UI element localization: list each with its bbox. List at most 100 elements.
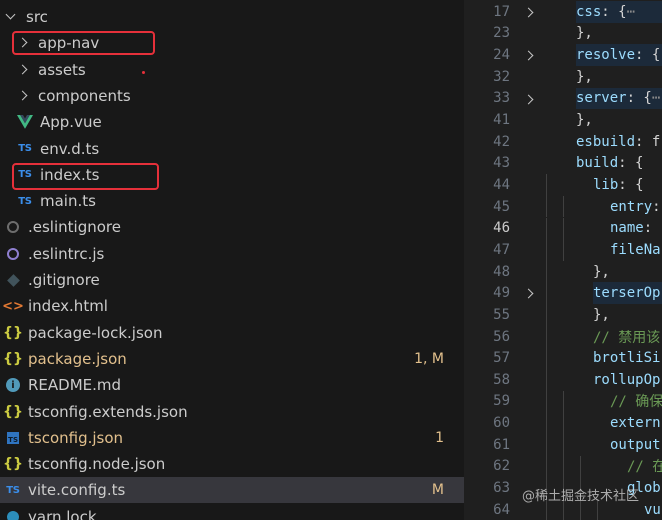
line-number: 24: [493, 47, 510, 64]
eslintignore-icon: [4, 218, 22, 236]
line-number: 47: [493, 241, 510, 258]
explorer-item-components[interactable]: components: [0, 83, 464, 109]
chevron-right-icon[interactable]: [16, 63, 30, 77]
fold-chevron-icon[interactable]: [524, 94, 534, 104]
code-text: server: {⋯: [576, 87, 662, 110]
explorer-item-eslintignore[interactable]: .eslintignore: [0, 214, 464, 240]
code-line[interactable]: 33 server: {⋯: [464, 87, 662, 110]
code-text: esbuild: f: [576, 131, 662, 153]
code-line[interactable]: 62 // 在: [464, 455, 662, 478]
code-text: // 确保: [610, 391, 662, 413]
code-text: resolve: {: [576, 44, 662, 66]
explorer-item-readme-md[interactable]: i README.md: [0, 372, 464, 398]
git-status-badge: 1: [435, 429, 444, 446]
code-editor[interactable]: 17 css: {⋯ 23}, 24 resolve: {32}, 33 server: {…: [464, 0, 662, 520]
explorer-item-label: tsconfig.extends.json: [28, 402, 188, 421]
code-line[interactable]: 60 extern: [464, 412, 662, 434]
explorer-item-gitignore[interactable]: .gitignore: [0, 267, 464, 293]
explorer-item-eslintrc-js[interactable]: .eslintrc.js: [0, 241, 464, 267]
code-punctuation: : {: [601, 3, 627, 20]
eslint-icon: [4, 245, 22, 263]
code-text: },: [576, 66, 662, 88]
indent-guide: [580, 455, 581, 478]
code-line[interactable]: 58 rollupOp: [464, 369, 662, 391]
explorer-item-tsconfig-extends-json[interactable]: {} tsconfig.extends.json: [0, 399, 464, 425]
code-key: terserOp: [593, 285, 661, 302]
explorer-item-env-d-ts[interactable]: TS env.d.ts: [0, 136, 464, 162]
code-text: vu: [644, 499, 662, 520]
indent-guide: [546, 174, 547, 196]
code-line[interactable]: 17 css: {⋯: [464, 1, 662, 23]
code-text: },: [593, 261, 662, 283]
indent-guide: [546, 455, 547, 478]
line-number: 59: [493, 393, 510, 410]
code-comment: // 禁用该: [593, 329, 661, 346]
typescript-icon: TS: [6, 484, 20, 496]
yarn-icon: [4, 508, 22, 520]
indent-guide: [546, 347, 547, 369]
fold-chevron-icon[interactable]: [524, 288, 534, 298]
indent-guide: [563, 412, 564, 434]
code-key: vu: [644, 501, 661, 518]
code-key: entry: [610, 198, 653, 215]
code-comment: // 在: [627, 459, 662, 476]
code-line[interactable]: 56 // 禁用该: [464, 325, 662, 348]
code-text: css: {⋯: [576, 1, 662, 23]
indent-guide: [546, 304, 547, 326]
chevron-right-icon[interactable]: [16, 89, 30, 103]
code-line[interactable]: 55},: [464, 304, 662, 326]
code-line[interactable]: 48},: [464, 260, 662, 283]
explorer-item-label: index.html: [28, 297, 108, 316]
code-text: },: [593, 304, 662, 326]
chevron-down-icon[interactable]: [4, 10, 18, 24]
fold-chevron-icon[interactable]: [524, 50, 534, 60]
indent-guide: [563, 455, 564, 478]
code-line[interactable]: 42 esbuild: f: [464, 131, 662, 153]
code-punctuation: },: [576, 68, 593, 85]
code-line[interactable]: 32},: [464, 66, 662, 88]
vue-icon: [16, 113, 34, 131]
line-number: 56: [493, 328, 510, 345]
code-line[interactable]: 59 // 确保: [464, 390, 662, 413]
explorer-item-package-json[interactable]: {} package.json 1, M: [0, 346, 464, 372]
code-line[interactable]: 47 fileNa: [464, 239, 662, 261]
code-text: },: [576, 109, 662, 131]
fold-chevron-icon[interactable]: [524, 7, 534, 17]
explorer-item-index-html[interactable]: <> index.html: [0, 293, 464, 319]
code-line[interactable]: 49 terserOp: [464, 282, 662, 305]
code-key: extern: [610, 415, 661, 432]
explorer-item-label: tsconfig.json: [28, 428, 124, 447]
code-line[interactable]: 57 brotliSi: [464, 347, 662, 369]
line-number: 44: [493, 176, 510, 193]
indent-guide: [546, 260, 547, 283]
code-punctuation: : {: [635, 47, 661, 64]
code-line[interactable]: 24 resolve: {: [464, 44, 662, 66]
code-line[interactable]: 43 build: {: [464, 153, 662, 175]
git-status-badge: 1, M: [414, 350, 444, 367]
code-punctuation: },: [576, 25, 593, 42]
code-line[interactable]: 41},: [464, 109, 662, 131]
explorer-item-app-vue[interactable]: App.vue: [0, 109, 464, 135]
code-line[interactable]: 45 entry:: [464, 195, 662, 218]
explorer-item-assets[interactable]: assets: [0, 57, 464, 83]
explorer-item-vite-config-ts[interactable]: TS vite.config.ts M: [0, 477, 464, 504]
code-punctuation: },: [576, 112, 593, 129]
code-line[interactable]: 44 lib: {: [464, 174, 662, 196]
explorer-item-label: yarn.lock: [28, 507, 97, 520]
explorer-item-yarn-lock[interactable]: yarn.lock: [0, 504, 464, 520]
line-number: 57: [493, 350, 510, 367]
explorer-item-main-ts[interactable]: TS main.ts: [0, 188, 464, 214]
code-line[interactable]: 61 output: [464, 434, 662, 456]
explorer-item-tsconfig-node-json[interactable]: {} tsconfig.node.json: [0, 451, 464, 477]
indent-guide: [563, 239, 564, 261]
code-line[interactable]: 46 name:: [464, 217, 662, 240]
explorer-item-src[interactable]: src: [0, 4, 464, 30]
json-icon: {}: [3, 324, 23, 341]
explorer-item-tsconfig-json[interactable]: TS tsconfig.json 1: [0, 425, 464, 451]
line-number: 63: [493, 480, 510, 497]
code-punctuation: },: [593, 306, 610, 323]
indent-guide: [563, 434, 564, 456]
code-line[interactable]: 23},: [464, 23, 662, 45]
explorer-item-package-lock-json[interactable]: {} package-lock.json: [0, 320, 464, 346]
code-key: resolve: [576, 47, 636, 64]
